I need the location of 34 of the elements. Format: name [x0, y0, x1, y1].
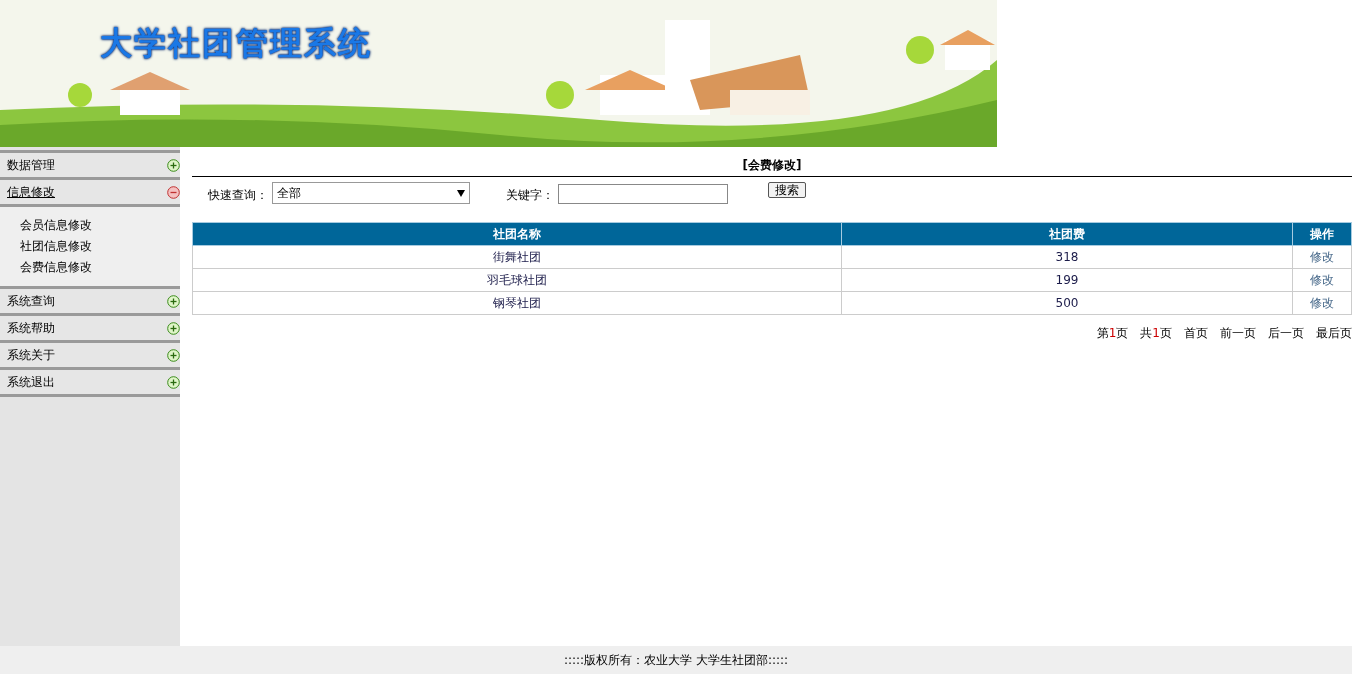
quick-query-select[interactable]: 全部 — [272, 182, 470, 204]
page-info: 共1页 — [1140, 325, 1172, 342]
dropdown-caret-icon — [457, 189, 465, 197]
table-cell: 街舞社团 — [192, 245, 842, 269]
search-button[interactable]: 搜索 — [768, 182, 806, 198]
pager-link[interactable]: 后一页 — [1268, 325, 1304, 342]
expand-icon — [167, 321, 180, 335]
page-info: 第1页 — [1096, 325, 1129, 342]
keyword-label: 关键字： — [506, 187, 554, 204]
collapse-icon — [167, 185, 180, 199]
table-cell: 199 — [841, 268, 1293, 292]
expand-icon — [167, 294, 180, 308]
table-cell: 500 — [841, 291, 1293, 315]
expand-icon — [167, 375, 180, 389]
copyright-text: :::::版权所有：农业大学 大学生社团部::::: — [563, 651, 789, 669]
keyword-field[interactable] — [558, 184, 728, 204]
column-header: 社团费 — [841, 222, 1293, 246]
expand-icon — [167, 348, 180, 362]
menu-item[interactable]: 社团信息修改 — [20, 238, 180, 255]
column-header: 操作 — [1292, 222, 1352, 246]
table-cell: 羽毛球社团 — [192, 268, 842, 292]
site-title: 大学社团管理系统 — [100, 23, 372, 64]
pager-link[interactable]: 前一页 — [1220, 325, 1256, 342]
pager-link[interactable]: 首页 — [1184, 325, 1208, 342]
menu-group-header[interactable]: 数据管理 — [0, 150, 180, 180]
column-header: 社团名称 — [192, 222, 842, 246]
quick-query-label: 快速查询： — [208, 187, 268, 204]
menu-item[interactable]: 会费信息修改 — [20, 259, 180, 276]
expand-icon — [167, 158, 180, 172]
table-cell: 318 — [841, 245, 1293, 269]
pager-link[interactable]: 最后页 — [1316, 325, 1352, 342]
page-title: [会费修改] — [742, 158, 802, 172]
menu-item[interactable]: 会员信息修改 — [20, 217, 180, 234]
table-cell: 钢琴社团 — [192, 291, 842, 315]
